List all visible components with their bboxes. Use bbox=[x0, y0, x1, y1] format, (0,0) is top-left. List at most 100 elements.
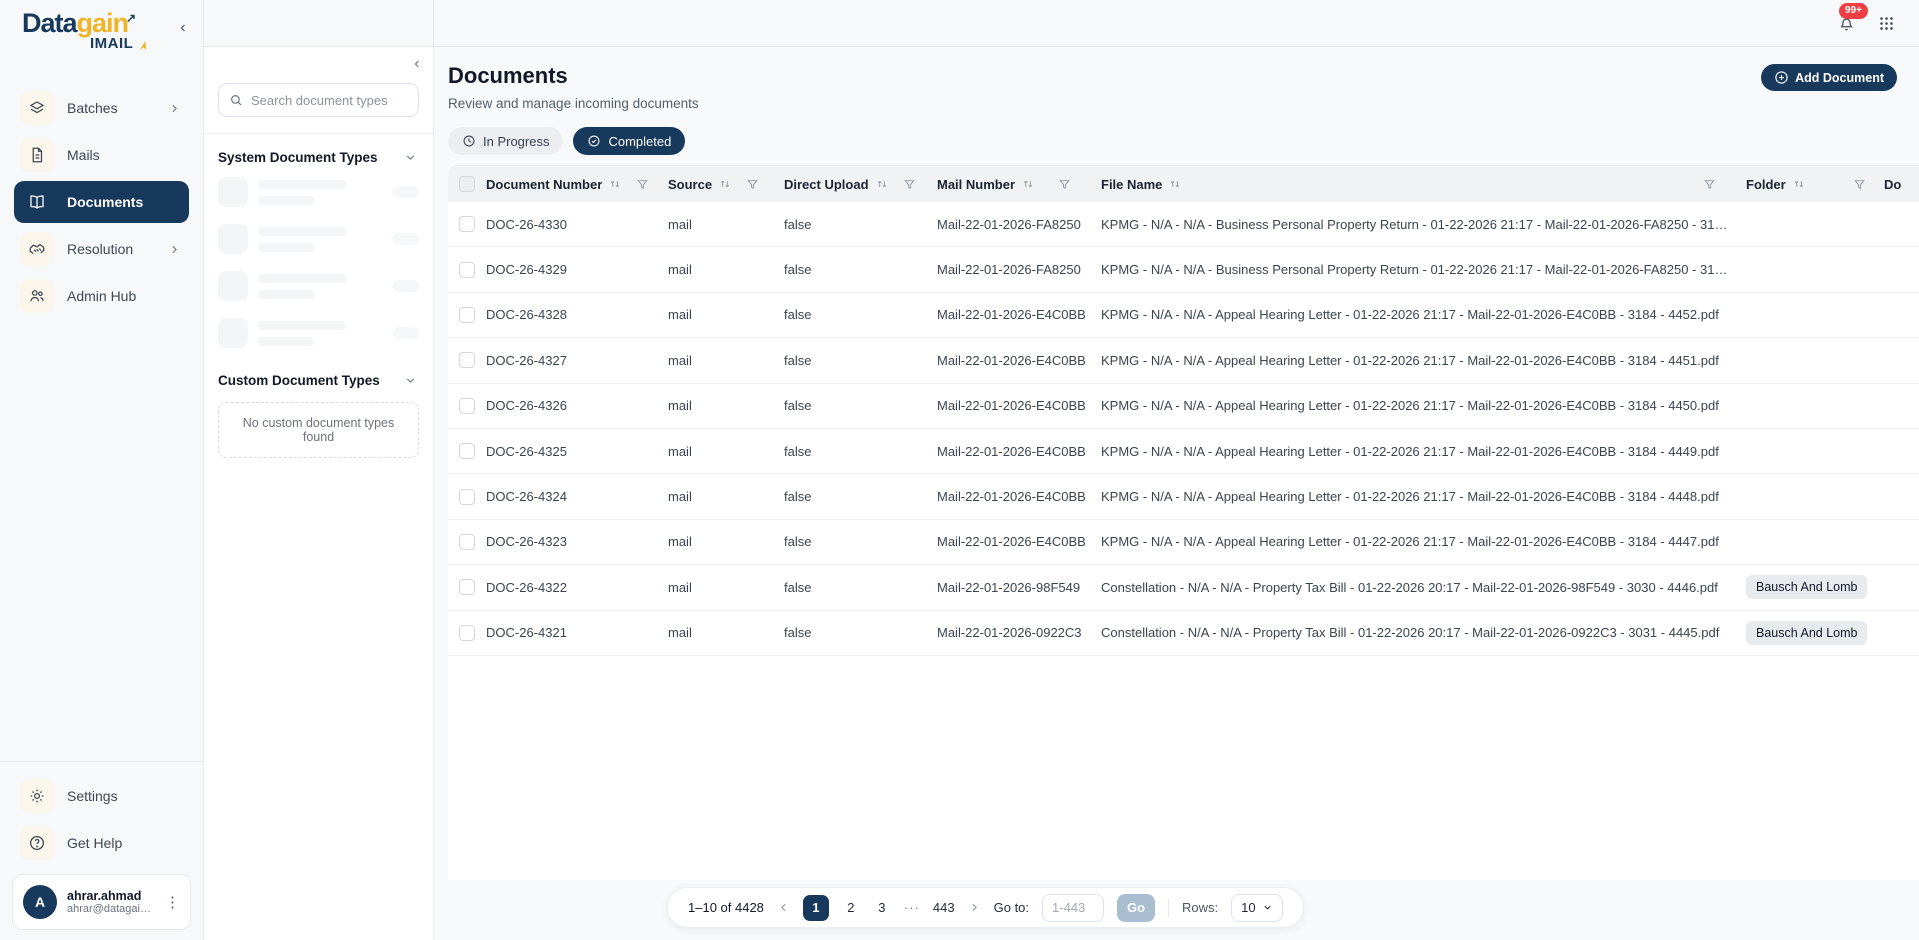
doc-types-search-input[interactable] bbox=[251, 93, 408, 108]
sort-icon[interactable] bbox=[1792, 177, 1806, 191]
sidebar-collapse-icon[interactable] bbox=[177, 22, 189, 34]
documents-table: Document Number Source Direct Upload Mai… bbox=[448, 165, 1919, 880]
add-document-button[interactable]: Add Document bbox=[1761, 64, 1897, 91]
row-checkbox[interactable] bbox=[459, 489, 475, 505]
sidebar-item-mails[interactable]: Mails bbox=[14, 134, 189, 176]
row-checkbox[interactable] bbox=[459, 262, 475, 278]
page-button-1[interactable]: 1 bbox=[803, 895, 829, 921]
page-subtitle: Review and manage incoming documents bbox=[448, 96, 1897, 111]
chevron-left-icon[interactable] bbox=[777, 901, 790, 914]
filter-icon[interactable] bbox=[1853, 178, 1866, 191]
cell-source: mail bbox=[668, 353, 784, 368]
cell-direct-upload: false bbox=[784, 534, 937, 549]
doc-types-search[interactable] bbox=[218, 83, 419, 117]
select-all-checkbox[interactable] bbox=[459, 176, 475, 192]
cell-source: mail bbox=[668, 444, 784, 459]
row-checkbox[interactable] bbox=[459, 398, 475, 414]
row-checkbox[interactable] bbox=[459, 307, 475, 323]
row-checkbox[interactable] bbox=[459, 216, 475, 232]
cell-document-number: DOC-26-4324 bbox=[486, 489, 668, 504]
column-header-file-name[interactable]: File Name bbox=[1101, 177, 1746, 192]
column-header-folder[interactable]: Folder bbox=[1746, 177, 1884, 192]
user-card[interactable]: A ahrar.ahmad ahrar@datagainservice... ⋮ bbox=[12, 874, 191, 930]
brand-name-part1: Data bbox=[22, 8, 77, 38]
tab-completed[interactable]: Completed bbox=[573, 127, 685, 155]
table-row[interactable]: DOC-26-4326 mail false Mail-22-01-2026-E… bbox=[448, 384, 1919, 429]
filter-icon[interactable] bbox=[903, 178, 916, 191]
row-checkbox[interactable] bbox=[459, 625, 475, 641]
apps-grid-icon[interactable] bbox=[1878, 15, 1895, 32]
tab-in-progress[interactable]: In Progress bbox=[448, 127, 563, 155]
notification-badge: 99+ bbox=[1839, 3, 1868, 19]
folder-chip[interactable]: Bausch And Lomb bbox=[1746, 621, 1867, 645]
cell-document-number: DOC-26-4325 bbox=[486, 444, 668, 459]
sidebar-footer: Settings Get Help A ahrar.ahmad ahrar@da… bbox=[0, 761, 203, 940]
column-header-direct-upload[interactable]: Direct Upload bbox=[784, 177, 937, 192]
filter-icon[interactable] bbox=[1703, 178, 1716, 191]
cell-source: mail bbox=[668, 580, 784, 595]
cell-direct-upload: false bbox=[784, 262, 937, 277]
custom-doc-types-header[interactable]: Custom Document Types bbox=[204, 367, 433, 398]
table-row[interactable]: DOC-26-4327 mail false Mail-22-01-2026-E… bbox=[448, 338, 1919, 383]
cell-folder: Bausch And Lomb bbox=[1746, 621, 1884, 645]
sidebar-item-settings[interactable]: Settings bbox=[14, 775, 189, 817]
sidebar-item-batches[interactable]: Batches bbox=[14, 87, 189, 129]
chevron-right-icon bbox=[168, 102, 181, 115]
page-button-3[interactable]: 3 bbox=[873, 900, 891, 915]
filter-icon[interactable] bbox=[746, 178, 759, 191]
row-checkbox[interactable] bbox=[459, 579, 475, 595]
check-circle-icon bbox=[587, 134, 601, 148]
sidebar-item-get-help[interactable]: Get Help bbox=[14, 822, 189, 864]
section-title: System Document Types bbox=[218, 150, 378, 165]
go-button[interactable]: Go bbox=[1117, 894, 1155, 922]
column-header-mail-number[interactable]: Mail Number bbox=[937, 177, 1101, 192]
table-header-row: Document Number Source Direct Upload Mai… bbox=[448, 166, 1919, 202]
page-ellipsis[interactable]: ··· bbox=[904, 900, 920, 915]
cell-direct-upload: false bbox=[784, 625, 937, 640]
sidebar-item-admin-hub[interactable]: Admin Hub bbox=[14, 275, 189, 317]
kebab-menu-icon[interactable]: ⋮ bbox=[165, 895, 180, 910]
row-checkbox[interactable] bbox=[459, 443, 475, 459]
panel-collapse-icon[interactable] bbox=[411, 58, 423, 70]
cell-direct-upload: false bbox=[784, 353, 937, 368]
column-label: Document Number bbox=[486, 177, 602, 192]
table-row[interactable]: DOC-26-4323 mail false Mail-22-01-2026-E… bbox=[448, 520, 1919, 565]
cell-document-number: DOC-26-4321 bbox=[486, 625, 668, 640]
table-row[interactable]: DOC-26-4330 mail false Mail-22-01-2026-F… bbox=[448, 202, 1919, 247]
sort-icon[interactable] bbox=[718, 177, 732, 191]
tab-label: Completed bbox=[608, 134, 671, 149]
sort-icon[interactable] bbox=[1168, 177, 1182, 191]
table-row[interactable]: DOC-26-4325 mail false Mail-22-01-2026-E… bbox=[448, 429, 1919, 474]
rows-per-page-select[interactable]: 10 bbox=[1231, 894, 1282, 922]
page-button-2[interactable]: 2 bbox=[842, 900, 860, 915]
row-checkbox[interactable] bbox=[459, 352, 475, 368]
sort-icon[interactable] bbox=[1021, 177, 1035, 191]
cell-folder: Bausch And Lomb bbox=[1746, 575, 1884, 599]
filter-icon[interactable] bbox=[1058, 178, 1071, 191]
cell-document-number: DOC-26-4326 bbox=[486, 398, 668, 413]
sidebar-item-resolution[interactable]: Resolution bbox=[14, 228, 189, 270]
folder-chip[interactable]: Bausch And Lomb bbox=[1746, 575, 1867, 599]
chevron-right-icon[interactable] bbox=[968, 901, 981, 914]
notifications-button[interactable]: 99+ bbox=[1837, 14, 1856, 33]
table-row[interactable]: DOC-26-4324 mail false Mail-22-01-2026-E… bbox=[448, 474, 1919, 519]
column-header-document-number[interactable]: Document Number bbox=[486, 177, 668, 192]
sort-icon[interactable] bbox=[608, 177, 622, 191]
goto-page-input[interactable] bbox=[1042, 894, 1104, 922]
column-header-source[interactable]: Source bbox=[668, 177, 784, 192]
sidebar-item-documents[interactable]: Documents bbox=[14, 181, 189, 223]
column-header-truncated[interactable]: Do bbox=[1884, 177, 1919, 192]
table-row[interactable]: DOC-26-4329 mail false Mail-22-01-2026-F… bbox=[448, 247, 1919, 292]
table-row[interactable]: DOC-26-4328 mail false Mail-22-01-2026-E… bbox=[448, 293, 1919, 338]
row-checkbox[interactable] bbox=[459, 534, 475, 550]
page-button-last[interactable]: 443 bbox=[933, 900, 955, 915]
cell-file-name: KPMG - N/A - N/A - Business Personal Pro… bbox=[1101, 262, 1746, 277]
table-row[interactable]: DOC-26-4321 mail false Mail-22-01-2026-0… bbox=[448, 611, 1919, 656]
system-doc-types-header[interactable]: System Document Types bbox=[204, 134, 433, 175]
sidebar-item-label: Admin Hub bbox=[67, 288, 136, 304]
table-row[interactable]: DOC-26-4322 mail false Mail-22-01-2026-9… bbox=[448, 565, 1919, 610]
tab-label: In Progress bbox=[483, 134, 549, 149]
cell-file-name: Constellation - N/A - N/A - Property Tax… bbox=[1101, 625, 1746, 640]
sort-icon[interactable] bbox=[875, 177, 889, 191]
filter-icon[interactable] bbox=[636, 178, 649, 191]
